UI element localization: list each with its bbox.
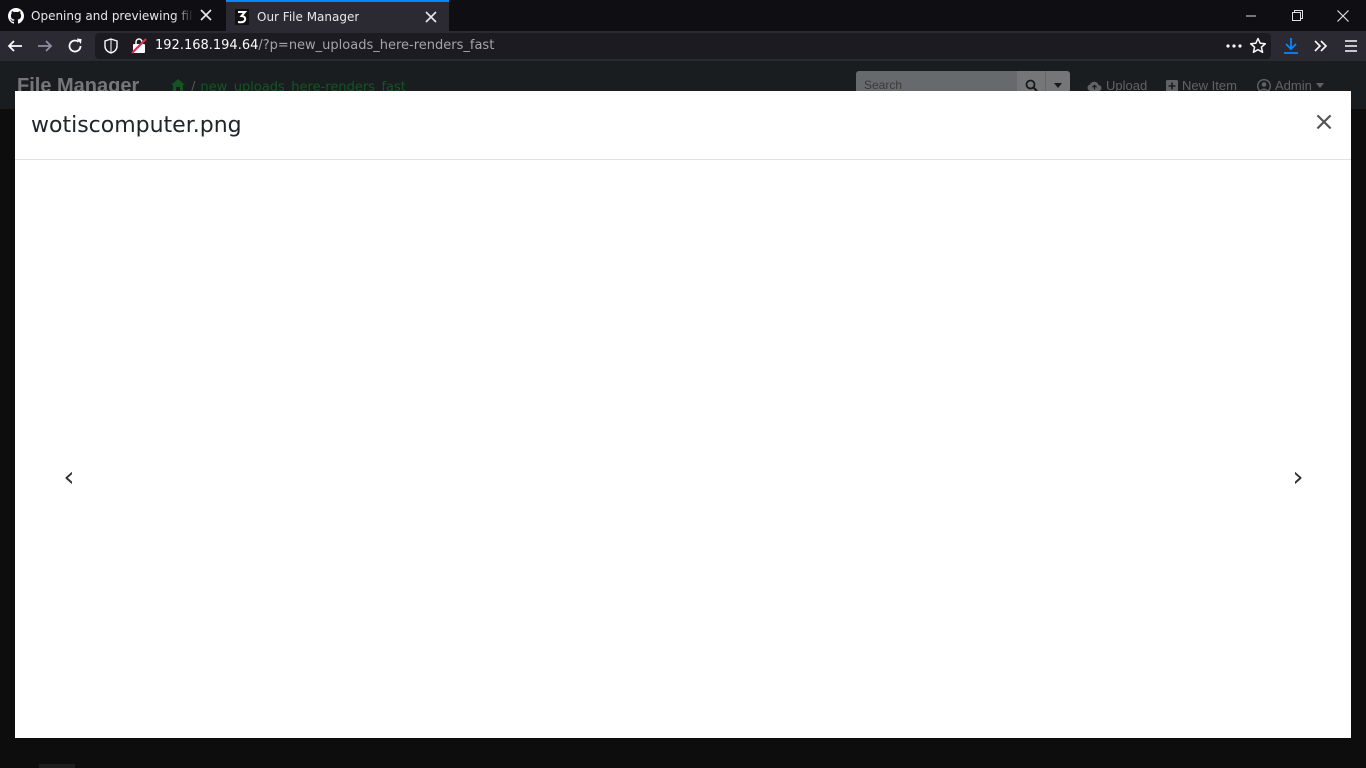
menu-hamburger-icon[interactable] — [1339, 34, 1363, 58]
bookmark-star-icon[interactable] — [1249, 37, 1267, 59]
browser-tab-bar: Opening and previewing files n Our File … — [0, 0, 1366, 31]
download-icon[interactable] — [1279, 34, 1303, 58]
address-bar[interactable]: 192.168.194.64/?p=new_uploads_here-rende… — [95, 33, 1271, 59]
shield-icon[interactable] — [104, 38, 118, 58]
image-preview-modal: wotiscomputer.png × ‹ › — [15, 91, 1351, 738]
restore-window-icon[interactable] — [1274, 0, 1320, 31]
close-tab-icon[interactable] — [423, 9, 439, 25]
modal-body: ‹ › — [15, 160, 1351, 738]
browser-nav-bar: 192.168.194.64/?p=new_uploads_here-rende… — [0, 31, 1366, 61]
github-icon — [8, 7, 24, 24]
modal-title: wotiscomputer.png — [31, 113, 242, 138]
tab-file-manager[interactable]: Our File Manager — [226, 0, 449, 31]
tab-title: Opening and previewing files n — [31, 8, 194, 23]
carousel-prev-button[interactable]: ‹ — [55, 458, 83, 494]
insecure-lock-icon[interactable] — [131, 38, 147, 58]
minimize-window-icon[interactable] — [1228, 0, 1274, 31]
reload-icon[interactable] — [63, 34, 87, 58]
tab-github[interactable]: Opening and previewing files n — [0, 0, 224, 31]
url-text: 192.168.194.64/?p=new_uploads_here-rende… — [155, 38, 494, 53]
url-path: /?p=new_uploads_here-renders_fast — [258, 38, 495, 53]
modal-header: wotiscomputer.png × — [15, 91, 1351, 160]
close-tab-icon[interactable] — [198, 7, 214, 23]
overflow-chevrons-icon[interactable] — [1309, 34, 1333, 58]
tab-title: Our File Manager — [257, 9, 360, 24]
page-actions-icon[interactable] — [1225, 38, 1243, 58]
carousel-next-button[interactable]: › — [1284, 458, 1312, 494]
back-arrow-icon[interactable] — [3, 34, 27, 58]
url-host: 192.168.194.64 — [155, 38, 259, 53]
close-icon[interactable]: × — [1313, 109, 1335, 135]
close-window-icon[interactable] — [1320, 0, 1366, 31]
site-favicon-icon — [234, 8, 250, 25]
forward-arrow-icon[interactable] — [33, 34, 57, 58]
